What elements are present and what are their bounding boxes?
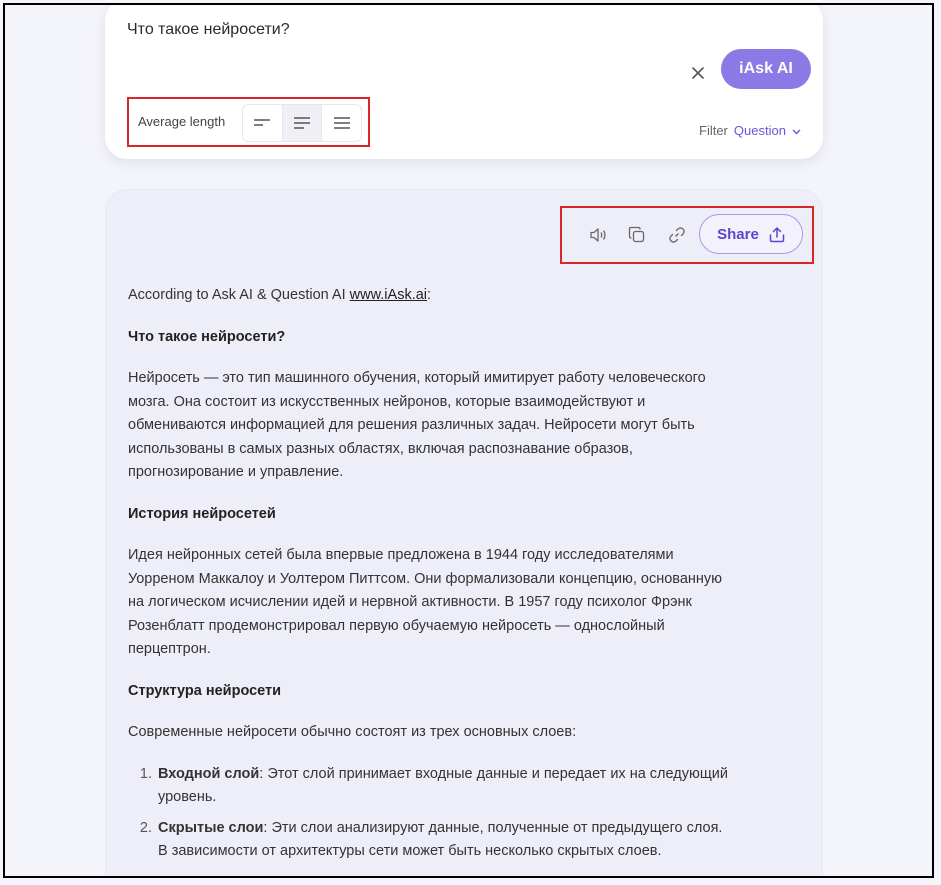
answer-actions: Share <box>560 206 814 264</box>
answer-card: Share According to Ask AI & Question AI … <box>105 189 823 876</box>
chevron-down-icon <box>789 126 801 138</box>
align-medium-icon <box>294 117 310 129</box>
share-label: Share <box>717 225 759 243</box>
section-heading: Что такое нейросети? <box>128 328 286 345</box>
intro-suffix: : <box>427 287 432 303</box>
length-average-button[interactable] <box>282 105 323 141</box>
answer-length-selector: Average length <box>127 97 370 147</box>
paragraph: Современные нейросети обычно состоят из … <box>128 724 577 740</box>
section-heading: История нейросетей <box>128 505 276 522</box>
length-long-button[interactable] <box>322 105 361 141</box>
list-item: Скрытые слои: Эти слои анализируют данны… <box>156 817 728 864</box>
filter-label: Filter <box>699 123 728 138</box>
link-icon <box>669 227 685 243</box>
filter-value: Question <box>733 123 786 138</box>
paragraph: Идея нейронных сетей была впервые предло… <box>128 547 723 657</box>
copy-link-button[interactable] <box>666 224 688 246</box>
list-item-term: Скрытые слои <box>158 819 264 836</box>
align-short-icon <box>254 119 271 126</box>
intro-text: According to Ask AI & Question AI <box>128 287 350 303</box>
list-item: Входной слой: Этот слой принимает входны… <box>156 763 728 810</box>
query-text[interactable]: Что такое нейросети? <box>127 21 290 39</box>
copy-icon <box>628 226 645 243</box>
read-aloud-button[interactable] <box>588 224 610 246</box>
source-link[interactable]: www.iAsk.ai <box>350 287 427 303</box>
upload-icon <box>769 226 785 242</box>
close-icon <box>692 67 704 79</box>
align-long-icon <box>333 117 350 129</box>
speaker-icon <box>590 228 606 242</box>
length-segmented-control <box>242 104 362 142</box>
layers-list: Входной слой: Этот слой принимает входны… <box>128 763 728 864</box>
search-card: Что такое нейросети? iAsk AI Average len… <box>105 5 823 159</box>
share-button[interactable]: Share <box>699 214 803 254</box>
answer-intro: According to Ask AI & Question AI www.iA… <box>128 284 728 308</box>
paragraph: Нейросеть — это тип машинного обучения, … <box>128 370 706 480</box>
clear-button[interactable] <box>687 62 709 84</box>
filter-dropdown[interactable]: Filter Question <box>699 123 801 138</box>
answer-content: According to Ask AI & Question AI www.iA… <box>128 284 728 864</box>
section-heading: Структура нейросети <box>128 682 282 699</box>
length-short-button[interactable] <box>243 105 283 141</box>
ask-ai-button[interactable]: iAsk AI <box>721 49 811 89</box>
list-item-term: Входной слой <box>158 765 260 782</box>
copy-button[interactable] <box>626 224 648 246</box>
app-frame: Что такое нейросети? iAsk AI Average len… <box>3 3 934 878</box>
length-label: Average length <box>138 114 226 129</box>
